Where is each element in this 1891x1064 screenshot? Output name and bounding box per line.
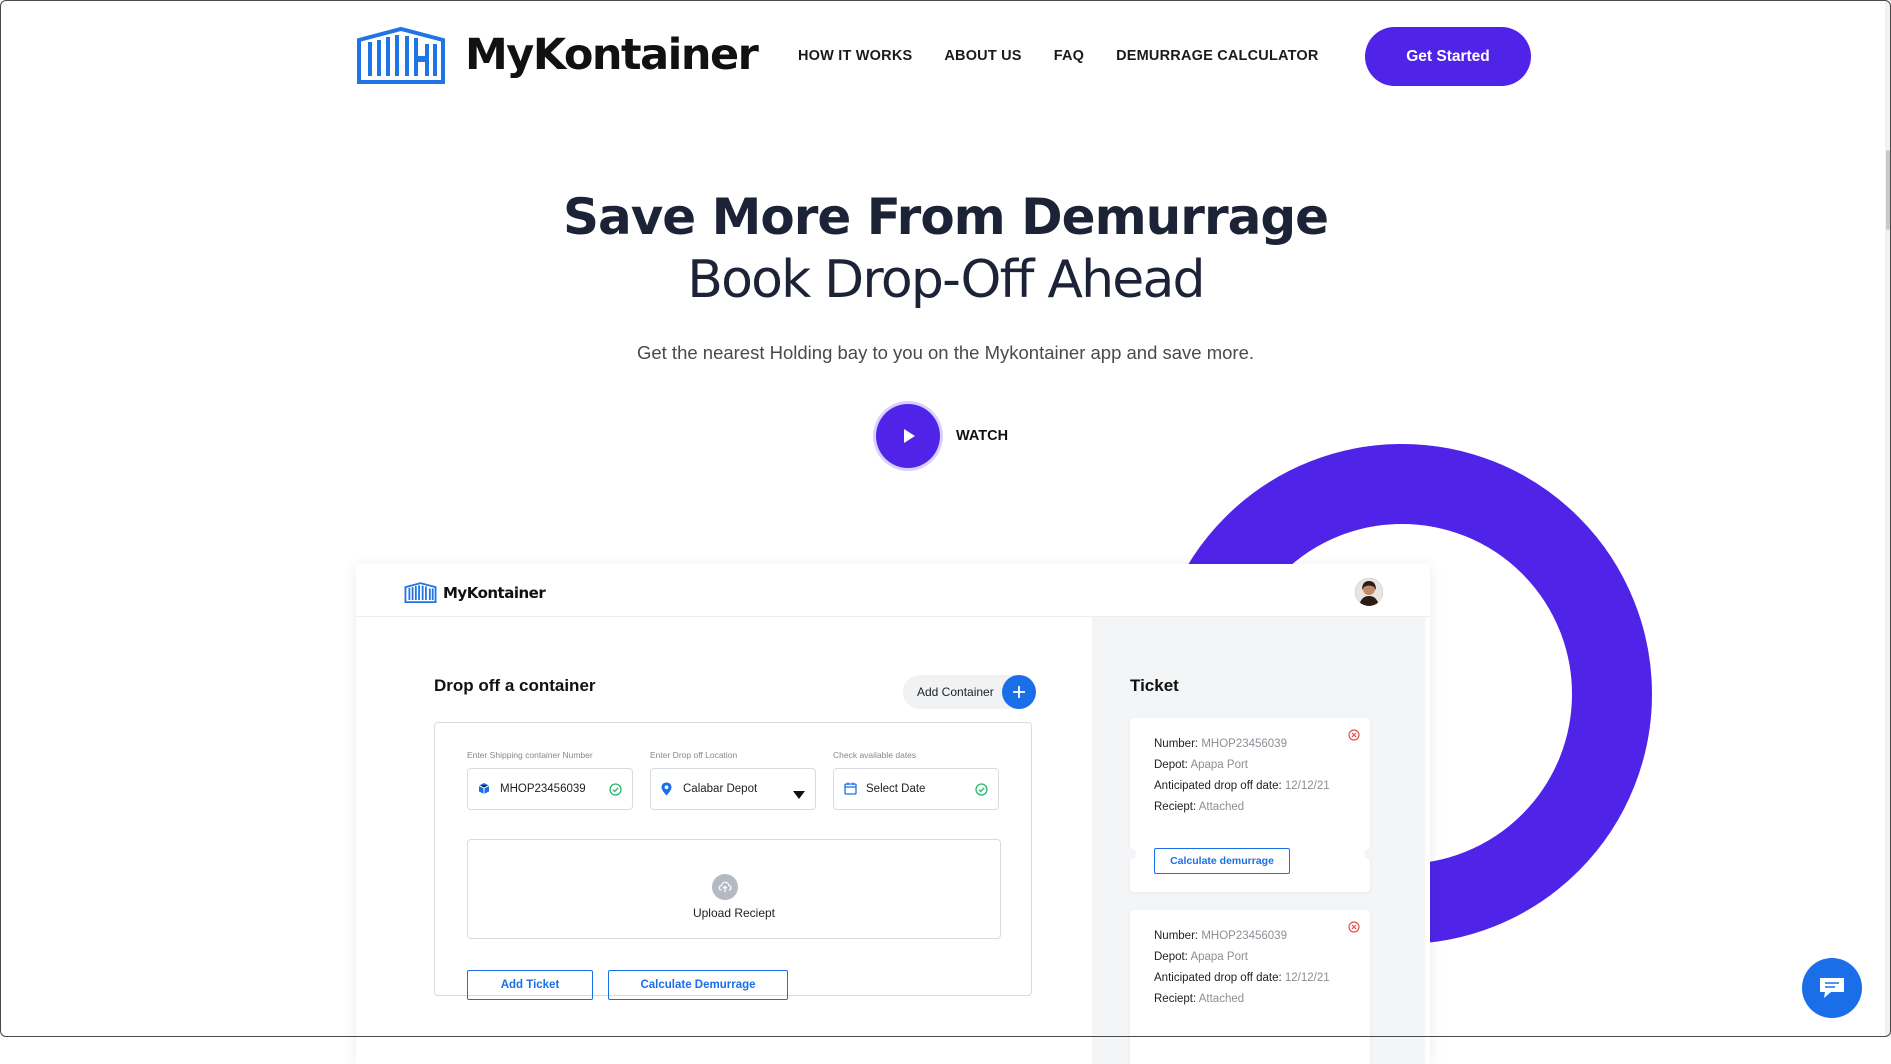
ticket-notch-left [1124, 848, 1136, 860]
panel-edge [1425, 617, 1430, 1064]
available-dates-label: Check available dates [833, 750, 917, 760]
box-icon [478, 782, 490, 800]
ticket-date-row: Anticipated drop off date: 12/12/21 [1154, 972, 1330, 984]
user-avatar[interactable] [1355, 578, 1383, 606]
ticket-notch-right [1364, 848, 1376, 860]
drop-off-form: Enter Shipping container Number MHOP2345… [434, 722, 1032, 1000]
ticket-date-row: Anticipated drop off date: 12/12/21 [1154, 780, 1330, 792]
container-logo-icon [404, 582, 437, 603]
ticket-card: Number: MHOP23456039 Depot: Apapa Port A… [1130, 910, 1370, 1064]
date-picker[interactable]: Select Date [833, 768, 999, 810]
plus-icon [1013, 686, 1025, 698]
upload-receipt-dropzone[interactable]: Upload Reciept [467, 839, 1001, 939]
drop-location-select[interactable]: Calabar Depot [650, 768, 816, 810]
container-logo-icon [357, 26, 445, 84]
hero-title: Save More From Demurrage [562, 188, 1329, 246]
container-number-label: Enter Shipping container Number [467, 750, 593, 760]
calendar-icon [844, 782, 857, 800]
container-number-value: MHOP23456039 [500, 783, 586, 795]
date-picker-value: Select Date [866, 783, 926, 795]
close-ticket-icon[interactable] [1348, 920, 1360, 938]
calculate-demurrage-ticket-button[interactable]: Calculate demurrage [1154, 848, 1290, 874]
ticket-number-row: Number: MHOP23456039 [1154, 930, 1287, 942]
nav-about-us[interactable]: ABOUT US [944, 48, 1021, 64]
drop-off-title: Drop off a container [434, 676, 596, 695]
container-number-input[interactable]: MHOP23456039 [467, 768, 633, 810]
nav-how-it-works[interactable]: HOW IT WORKS [798, 48, 912, 64]
scrollbar-thumb[interactable] [1886, 150, 1890, 230]
check-circle-icon [975, 783, 988, 801]
avatar-photo [1355, 578, 1383, 606]
page-scrollbar[interactable] [1885, 0, 1891, 1037]
hero-description: Get the nearest Holding bay to you on th… [636, 342, 1255, 363]
drop-location-label: Enter Drop off Location [650, 750, 738, 760]
chat-widget-button[interactable] [1802, 958, 1862, 1018]
ticket-depot-row: Depot: Apapa Port [1154, 951, 1248, 963]
add-container-plus-button[interactable] [1002, 675, 1036, 709]
play-icon [904, 429, 915, 443]
chat-bubble-icon [1820, 978, 1844, 998]
close-ticket-icon[interactable] [1348, 728, 1360, 746]
nav-demurrage-calculator[interactable]: DEMURRAGE CALCULATOR [1116, 48, 1318, 64]
watch-label: WATCH [956, 428, 1009, 444]
add-container-label: Add Container [917, 685, 994, 699]
caret-down-icon [793, 786, 805, 804]
drop-location-value: Calabar Depot [683, 783, 758, 795]
calculate-demurrage-button[interactable]: Calculate Demurrage [608, 970, 788, 1000]
app-logo: MyKontainer [404, 582, 546, 603]
get-started-button[interactable]: Get Started [1365, 27, 1531, 86]
add-ticket-button[interactable]: Add Ticket [467, 970, 593, 1000]
ticket-receipt-row: Reciept: Attached [1154, 801, 1245, 813]
main-nav: HOW IT WORKS ABOUT US FAQ DEMURRAGE CALC… [798, 48, 1319, 64]
app-brand-name: MyKontainer [443, 583, 546, 602]
play-button[interactable] [876, 404, 940, 468]
check-circle-icon [609, 783, 622, 801]
location-pin-icon [661, 782, 672, 801]
brand-name: MyKontainer [465, 30, 759, 80]
watch-video[interactable]: WATCH [876, 404, 1008, 468]
hero-subtitle: Book Drop-Off Ahead [687, 250, 1205, 310]
ticket-title: Ticket [1130, 676, 1179, 695]
ticket-card: Number: MHOP23456039 Depot: Apapa Port A… [1124, 718, 1376, 892]
brand-logo[interactable]: MyKontainer [355, 26, 759, 84]
upload-receipt-label: Upload Reciept [692, 906, 776, 920]
app-preview: MyKontainer Drop off a container Add Con… [356, 564, 1430, 1064]
ticket-receipt-row: Reciept: Attached [1154, 993, 1245, 1005]
ticket-depot-row: Depot: Apapa Port [1154, 759, 1248, 771]
nav-faq[interactable]: FAQ [1054, 48, 1084, 64]
cloud-upload-icon [712, 874, 738, 900]
ticket-number-row: Number: MHOP23456039 [1154, 738, 1287, 750]
